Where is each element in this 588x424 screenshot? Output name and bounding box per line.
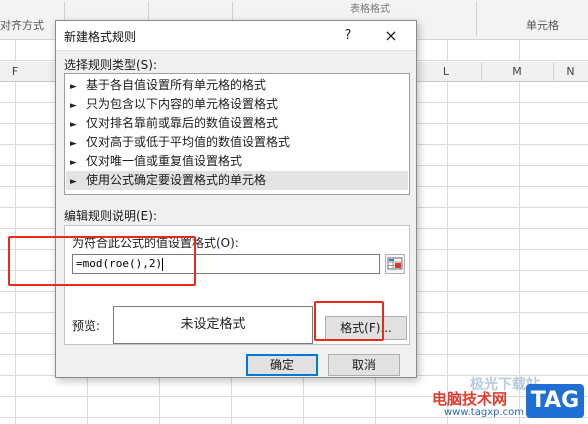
watermark-tag-logo: TAG <box>526 384 584 418</box>
column-header-n[interactable]: N <box>553 62 588 82</box>
list-item-selected[interactable]: ► 使用公式确定要设置格式的单元格 <box>66 171 408 190</box>
rule-type-label-text: 只为包含以下内容的单元格设置格式 <box>86 97 279 111</box>
watermark-title: 电脑技术网 <box>432 390 508 408</box>
highlight-format-button <box>314 301 384 341</box>
cancel-button[interactable]: 取消 <box>328 354 400 376</box>
dialog-titlebar[interactable]: 新建格式规则 ? × <box>56 21 416 51</box>
rule-type-list[interactable]: ► 基于各自值设置所有单元格的格式 ► 只为包含以下内容的单元格设置格式 ► 仅对排名… <box>64 73 410 195</box>
edit-description-label: 编辑规则说明(E): <box>64 209 157 223</box>
column-header-l[interactable]: L <box>411 62 481 82</box>
highlight-formula-box <box>8 236 196 286</box>
format-preview-box: 未设定格式 <box>113 306 313 344</box>
rule-type-label: 选择规则类型(S): <box>64 58 158 72</box>
help-button[interactable]: ? <box>336 24 360 48</box>
rule-type-label-text: 基于各自值设置所有单元格的格式 <box>86 78 267 92</box>
list-item[interactable]: ► 只为包含以下内容的单元格设置格式 <box>66 95 408 114</box>
rule-type-label-text: 仅对排名靠前或靠后的数值设置格式 <box>86 116 279 130</box>
column-header-f[interactable]: F <box>0 62 30 82</box>
column-header-m[interactable]: M <box>481 62 553 82</box>
ribbon-group-alignment: 对齐方式 <box>0 19 44 32</box>
ribbon-separator <box>476 2 477 36</box>
ok-button[interactable]: 确定 <box>246 354 318 376</box>
dialog-title: 新建格式规则 <box>64 30 137 44</box>
rule-type-label-text: 仅对高于或低于平均值的数值设置格式 <box>86 135 291 149</box>
ribbon-group-cells: 单元格 <box>526 19 559 32</box>
range-select-icon <box>387 257 403 270</box>
list-item[interactable]: ► 仅对唯一值或重复值设置格式 <box>66 152 408 171</box>
watermark-url: www.tagxp.com <box>444 407 524 418</box>
list-item[interactable]: ► 仅对高于或低于平均值的数值设置格式 <box>66 133 408 152</box>
ribbon-group-table-format: 表格格式 <box>350 4 390 15</box>
list-item[interactable]: ► 仅对排名靠前或靠后的数值设置格式 <box>66 114 408 133</box>
close-button[interactable]: × <box>376 24 406 48</box>
range-select-button[interactable] <box>385 254 405 274</box>
rule-type-label-text: 使用公式确定要设置格式的单元格 <box>86 173 267 187</box>
preview-label: 预览: <box>72 319 101 333</box>
list-item[interactable]: ► 基于各自值设置所有单元格的格式 <box>66 76 408 95</box>
arrow-right-icon: ► <box>70 177 77 187</box>
rule-type-label-text: 仅对唯一值或重复值设置格式 <box>86 154 243 168</box>
